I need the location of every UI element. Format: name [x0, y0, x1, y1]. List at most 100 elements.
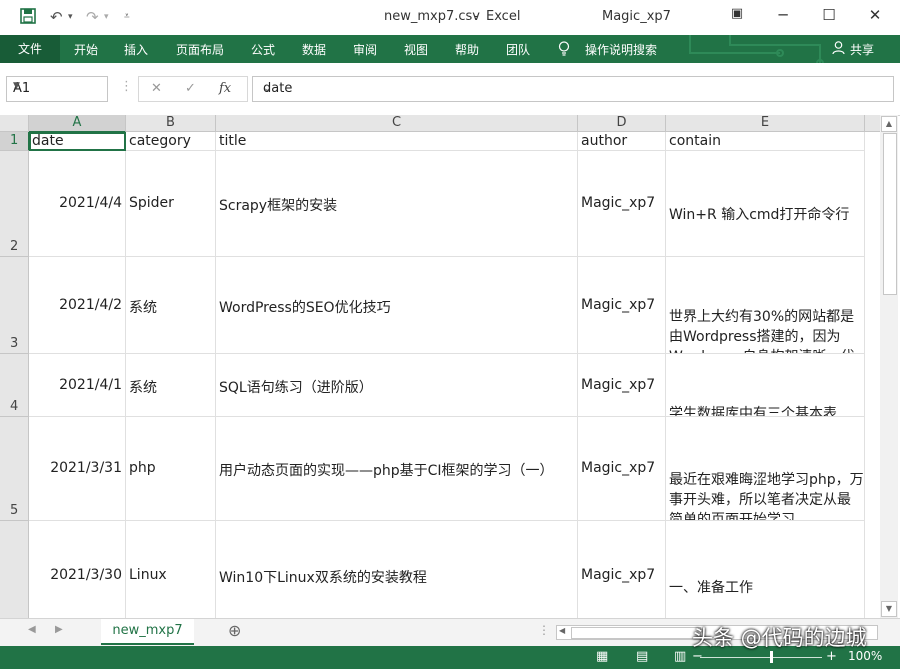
page-break-preview-icon[interactable]: ▥: [674, 649, 686, 664]
maximize-icon[interactable]: ☐: [812, 6, 846, 28]
cell-d5[interactable]: Magic_xp7: [578, 417, 666, 521]
cell-b2[interactable]: Spider: [126, 151, 216, 257]
row-header[interactable]: 2: [0, 151, 29, 257]
tab-formulas[interactable]: 公式: [251, 41, 275, 58]
undo-icon[interactable]: ↶: [50, 8, 63, 26]
cell-c2[interactable]: Scrapy框架的安装: [216, 151, 578, 257]
row-header[interactable]: 3: [0, 257, 29, 354]
row-header[interactable]: 1: [0, 132, 30, 151]
cell-d2[interactable]: Magic_xp7: [578, 151, 666, 257]
tab-team[interactable]: 团队: [506, 41, 530, 58]
vertical-scrollbar[interactable]: ▲ ▼: [880, 115, 898, 618]
formula-buttons: ✕ ✓ fx: [138, 76, 248, 102]
tell-me-search[interactable]: 操作说明搜索: [585, 41, 657, 58]
formula-bar-area: A1 ▼ ⋮ ✕ ✓ fx date ⌄: [0, 63, 900, 116]
cell-b6[interactable]: Linux: [126, 521, 216, 618]
cell-d4[interactable]: Magic_xp7: [578, 354, 666, 417]
cell-c1[interactable]: title: [216, 132, 578, 151]
worksheet-grid[interactable]: A B C D E 1 date category title author c…: [0, 115, 880, 618]
app-name: Excel: [486, 9, 521, 24]
cell-c6[interactable]: Win10下Linux双系统的安装教程: [216, 521, 578, 618]
undo-dropdown-icon[interactable]: ▾: [68, 12, 73, 22]
select-all-corner[interactable]: [0, 115, 29, 132]
add-sheet-icon[interactable]: ⊕: [228, 621, 241, 640]
share-person-icon[interactable]: [832, 41, 845, 58]
close-icon[interactable]: ✕: [858, 6, 892, 28]
ribbon-display-options-icon[interactable]: ▣: [720, 6, 754, 28]
customize-toolbar-icon[interactable]: ⩡: [124, 11, 130, 22]
tab-review[interactable]: 审阅: [353, 41, 377, 58]
column-header-c[interactable]: C: [216, 115, 578, 132]
formula-input[interactable]: date ⌄: [252, 76, 894, 102]
save-icon[interactable]: [20, 8, 36, 28]
vertical-scroll-thumb[interactable]: [883, 133, 897, 295]
scroll-up-icon[interactable]: ▲: [881, 116, 897, 132]
tab-view[interactable]: 视图: [404, 41, 428, 58]
cell-d3[interactable]: Magic_xp7: [578, 257, 666, 354]
redo-dropdown-icon[interactable]: ▾: [104, 12, 109, 22]
cell-a2[interactable]: 2021/4/4: [29, 151, 126, 257]
tab-home[interactable]: 开始: [74, 41, 98, 58]
sheet-tab-new-mxp7[interactable]: new_mxp7: [101, 619, 194, 645]
document-filename: new_mxp7.csv: [384, 9, 480, 24]
column-header-d[interactable]: D: [578, 115, 666, 132]
next-sheet-icon[interactable]: ▶: [55, 624, 63, 635]
scroll-down-icon[interactable]: ▼: [881, 601, 897, 617]
cell-a5[interactable]: 2021/3/31: [29, 417, 126, 521]
row-header[interactable]: 5: [0, 417, 29, 521]
cell-b4[interactable]: 系统: [126, 354, 216, 417]
user-name[interactable]: Magic_xp7: [602, 9, 671, 24]
cell-c3[interactable]: WordPress的SEO优化技巧: [216, 257, 578, 354]
cell-a1[interactable]: date: [29, 132, 126, 151]
formula-bar-resize-handle[interactable]: ⋮: [120, 79, 133, 94]
cell-d6[interactable]: Magic_xp7: [578, 521, 666, 618]
column-header-e[interactable]: E: [666, 115, 865, 132]
share-button[interactable]: 共享: [850, 41, 874, 58]
redo-icon[interactable]: ↷: [86, 8, 99, 26]
lightbulb-icon: [558, 41, 570, 59]
cell-a4[interactable]: 2021/4/1: [29, 354, 126, 417]
title-separator: -: [474, 9, 479, 24]
cell-b5[interactable]: php: [126, 417, 216, 521]
column-header-a[interactable]: A: [29, 115, 126, 133]
cell-b1[interactable]: category: [126, 132, 216, 151]
cancel-entry-icon[interactable]: ✕: [151, 81, 162, 96]
title-bar: ↶ ▾ ↷ ▾ ⩡ new_mxp7.csv - Excel Magic_xp7…: [0, 0, 900, 35]
cell-c5[interactable]: 用户动态页面的实现——php基于CI框架的学习（一）: [216, 417, 578, 521]
cell-c4[interactable]: SQL语句练习（进阶版）: [216, 354, 578, 417]
cell-e1[interactable]: contain: [666, 132, 865, 151]
cell-e2[interactable]: Win+R 输入cmd打开命令行: [666, 151, 865, 257]
row-header[interactable]: 6: [0, 521, 29, 618]
prev-sheet-icon[interactable]: ◀: [28, 624, 36, 635]
minimize-icon[interactable]: ─: [766, 6, 800, 28]
row-header[interactable]: 4: [0, 354, 29, 417]
cell-b3[interactable]: 系统: [126, 257, 216, 354]
cell-e3[interactable]: 世界上大约有30%的网站都是由Wordpress搭建的，因为Wordpress自…: [666, 257, 865, 354]
tab-data[interactable]: 数据: [302, 41, 326, 58]
scroll-left-icon[interactable]: ◀: [559, 626, 565, 635]
cell-d1[interactable]: author: [578, 132, 666, 151]
horizontal-scroll-thumb[interactable]: [571, 627, 701, 639]
confirm-entry-icon[interactable]: ✓: [185, 81, 196, 96]
zoom-slider[interactable]: [700, 657, 822, 658]
cell-e5[interactable]: 最近在艰难晦涩地学习php，万事开头难，所以笔者决定从最简单的页面开始学习: [666, 417, 865, 521]
insert-function-icon[interactable]: fx: [219, 81, 231, 96]
tab-split-handle-icon[interactable]: ⋮: [538, 623, 550, 637]
page-layout-view-icon[interactable]: ▤: [636, 649, 648, 664]
cell-a3[interactable]: 2021/4/2: [29, 257, 126, 354]
tab-insert[interactable]: 插入: [124, 41, 148, 58]
cell-e6[interactable]: 一、准备工作: [666, 521, 865, 618]
tab-file[interactable]: 文件: [0, 35, 60, 63]
name-box-dropdown-icon[interactable]: ▼: [13, 81, 103, 91]
column-header-f[interactable]: [865, 115, 880, 132]
normal-view-icon[interactable]: ▦: [596, 649, 608, 664]
column-header-b[interactable]: B: [126, 115, 216, 132]
cell-e4[interactable]: 学生数据库中有三个基本表: [666, 354, 865, 417]
cell-a6[interactable]: 2021/3/30: [29, 521, 126, 618]
zoom-slider-knob[interactable]: [770, 651, 773, 663]
name-box[interactable]: A1 ▼: [6, 76, 108, 102]
watermark-text: 头条 @代码的边城: [692, 626, 867, 650]
expand-formula-bar-icon[interactable]: ⌄: [263, 83, 889, 94]
tab-page-layout[interactable]: 页面布局: [176, 41, 224, 58]
tab-help[interactable]: 帮助: [455, 41, 479, 58]
